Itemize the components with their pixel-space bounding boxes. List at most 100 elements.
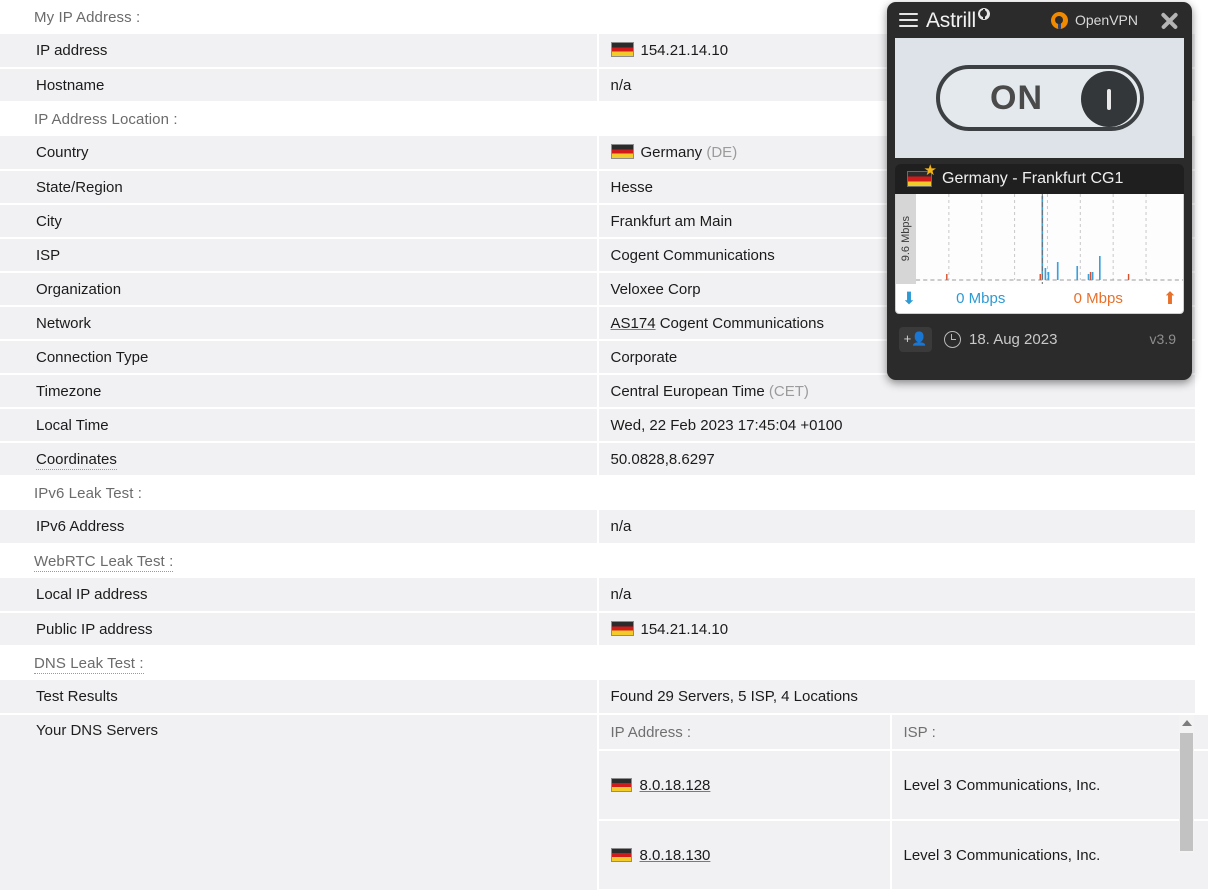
version-label: v3.9 [1149,331,1176,347]
row-key: IP address [0,34,599,69]
dns-isp-cell: Level 3 Communications, Inc. [890,820,1210,890]
astrill-vpn-widget[interactable]: Astrill OpenVPN ON ★ Germany - Frankfurt… [887,2,1192,380]
row-key: Hostname [0,68,599,103]
server-name-label: Germany - Frankfurt CG1 [942,170,1124,187]
table-row: 8.0.18.128 Level 3 Communications, Inc. … [598,750,1210,821]
graph-scale-label: 9.6 Mbps [900,216,912,262]
table-row-ipv6-address: IPv6 Address n/a [0,510,1195,545]
row-key: IPv6 Address [0,510,599,545]
german-flag-icon [610,144,634,159]
dns-ip-link[interactable]: 8.0.18.130 [640,847,711,864]
graph-y-axis: 9.6 Mbps [896,194,916,284]
dns-col-header-isp: ISP : [890,715,1210,751]
local-time-value: Wed, 22 Feb 2023 17:45:04 +0100 [597,408,1195,443]
row-key: Network [0,306,599,341]
row-key: Public IP address [0,612,599,647]
section-label-dns[interactable]: DNS Leak Test : [34,655,144,674]
dns-ip-cell: 8.0.18.130 [598,820,892,890]
country-value: Germany [640,144,703,161]
astrill-status-bar: +👤 18. Aug 2023 v3.9 [895,320,1184,358]
section-header-row: DNS Leak Test : [0,646,1195,680]
table-row-dns-servers: Your DNS Servers IP Address : ISP : Loca… [0,714,1210,890]
german-flag-icon [610,777,632,792]
dns-ip-cell: 8.0.18.128 [598,750,892,821]
protocol-label: OpenVPN [1074,12,1138,28]
power-bar-icon [1106,88,1111,110]
german-flag-icon [610,620,634,636]
graph-svg [916,194,1183,284]
section-label-webrtc[interactable]: WebRTC Leak Test : [34,553,174,572]
row-key: Organization [0,272,599,307]
dns-table-wrapper: IP Address : ISP : Location : 8.0.18.128… [598,715,1210,890]
dns-isp-cell: Level 3 Communications, Inc. [890,750,1210,821]
german-flag-icon [610,847,632,862]
network-value: Cogent Communications [659,314,824,332]
row-key: City [0,204,599,239]
clock-icon [944,330,961,348]
coordinates-value: 50.0828,8.6297 [597,442,1195,477]
row-key: Test Results [0,680,599,715]
table-row: 8.0.18.130 Level 3 Communications, Inc. … [598,820,1210,890]
row-key: Timezone [0,374,599,409]
table-row-public-ip: Public IP address 154.21.14.10 [0,612,1195,647]
vpn-toggle-panel: ON [895,38,1184,158]
download-arrow-icon: ⬇ [901,289,917,308]
asn-link[interactable]: AS174 [611,315,656,332]
timezone-value: Central European Time [610,382,765,400]
astrill-brand-label: Astrill [926,7,990,33]
dns-servers-table: IP Address : ISP : Location : 8.0.18.128… [598,715,1210,890]
server-flag-wrapper: ★ [907,163,937,187]
dns-servers-cell: IP Address : ISP : Location : 8.0.18.128… [598,714,1210,890]
download-rate-label: 0 Mbps [956,290,1006,307]
selected-server-bar[interactable]: ★ Germany - Frankfurt CG1 [895,163,1184,194]
dns-col-header-ip: IP Address : [598,715,892,751]
add-user-icon[interactable]: +👤 [899,326,932,352]
protocol-indicator[interactable]: OpenVPN [1050,9,1182,31]
row-key: Country [0,136,599,171]
section-header-row: WebRTC Leak Test : [0,544,1195,578]
timezone-abbr: (CET) [768,382,809,400]
graph-plot-area [916,194,1183,284]
dns-table-scrollbar[interactable] [1179,715,1194,853]
favorite-star-icon[interactable]: ★ [924,163,937,178]
german-flag-icon [610,42,634,57]
scroll-up-arrow-icon[interactable] [1181,720,1192,726]
bandwidth-rates-bar: ⬇ 0 Mbps 0 Mbps ⬆ [895,284,1184,314]
country-code: (DE) [706,144,738,161]
upload-arrow-icon: ⬆ [1162,289,1178,308]
row-value: 154.21.14.10 [597,612,1195,647]
bandwidth-graph: 9.6 Mbps [895,194,1184,284]
hamburger-menu-icon[interactable] [899,10,918,31]
row-key: Local IP address [0,578,599,613]
close-icon[interactable] [1158,9,1180,31]
scrollbar-thumb[interactable] [1180,733,1193,851]
upload-rate-label: 0 Mbps [1073,290,1123,307]
row-key: ISP [0,238,599,273]
dns-header-row: IP Address : ISP : Location : [598,715,1210,751]
vpn-power-toggle[interactable]: ON [935,65,1144,131]
coordinates-label[interactable]: Coordinates [36,450,117,470]
table-row-coordinates: Coordinates 50.0828,8.6297 [0,442,1195,477]
dns-servers-label: Your DNS Servers [0,714,599,890]
row-key: Connection Type [0,340,599,375]
section-label: IPv6 Leak Test : [0,476,1195,510]
toggle-state-label: ON [990,78,1043,117]
row-key: State/Region [0,170,599,205]
dns-ip-link[interactable]: 8.0.18.128 [640,777,711,794]
astrill-titlebar: Astrill OpenVPN [895,2,1184,38]
expiry-date-label: 18. Aug 2023 [969,330,1058,348]
section-header-row: IPv6 Leak Test : [0,476,1195,510]
local-ip-value: n/a [597,578,1195,613]
ipv6-address-value: n/a [597,510,1195,545]
page-root: My IP Address : IP address 154.21.14.10 … [0,0,1216,890]
public-ip-value: 154.21.14.10 [640,620,729,638]
row-key: Coordinates [0,442,599,477]
test-results-value: Found 29 Servers, 5 ISP, 4 Locations [597,680,1195,715]
row-key: Local Time [0,408,599,443]
astrill-logo-icon [977,7,990,20]
table-row-test-results: Test Results Found 29 Servers, 5 ISP, 4 … [0,680,1195,715]
openvpn-icon [1050,11,1068,29]
ip-address-value: 154.21.14.10 [640,42,729,59]
toggle-knob[interactable] [1080,71,1137,127]
table-row-local-ip: Local IP address n/a [0,578,1195,613]
